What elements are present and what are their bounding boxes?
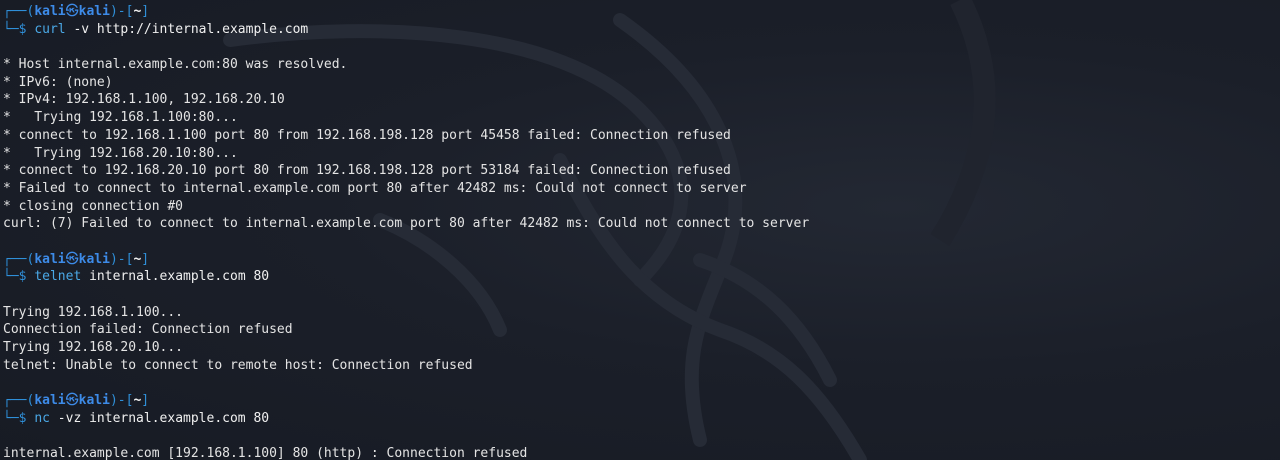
command-args: -vz internal.example.com 80 (49, 410, 270, 426)
prompt-host: kali (78, 251, 110, 267)
output-line: * Host internal.example.com:80 was resol… (3, 57, 348, 73)
output-line: * IPv4: 192.168.1.100, 192.168.20.10 (3, 92, 285, 108)
prompt-user: kali (34, 4, 66, 19)
prompt-header: ┌──(kali㉿kali)-[~] (3, 3, 1273, 21)
output-line: * closing connection #0 (3, 198, 184, 214)
output-line: Trying 192.168.20.10... (3, 340, 184, 356)
command-line: └─$ curl -v http://internal.example.com (3, 21, 1273, 39)
output-line: Trying 192.168.1.100... (3, 304, 184, 320)
command-name: curl (34, 21, 66, 37)
command-args: -v http://internal.example.com (65, 21, 309, 37)
output-line: * IPv6: (none) (3, 74, 113, 90)
output-line: * Trying 192.168.1.100:80... (3, 110, 238, 126)
output-line: * connect to 192.168.1.100 port 80 from … (3, 127, 731, 143)
prompt-frame-mid: )-[ (109, 393, 134, 409)
output-line: * Failed to connect to internal.example.… (3, 180, 747, 196)
prompt-frame-left: ┌──( (3, 4, 35, 19)
command-line: └─$ nc -vz internal.example.com 80 (3, 410, 1273, 428)
prompt-host: kali (78, 393, 110, 409)
terminal-output: ┌──(kali㉿kali)-[~] └─$ curl -v http://int… (3, 3, 1273, 460)
prompt-frame-right: ] (141, 4, 150, 19)
kali-separator-icon: ㉿ (65, 251, 79, 267)
kali-separator-icon: ㉿ (65, 393, 79, 409)
terminal-window[interactable]: ┌──(kali㉿kali)-[~] └─$ curl -v http://int… (0, 0, 1280, 460)
output-line: telnet: Unable to connect to remote host… (3, 357, 473, 373)
output-line: curl: (7) Failed to connect to internal.… (3, 216, 810, 232)
prompt-user: kali (34, 251, 66, 267)
output-line: * Trying 192.168.20.10:80... (3, 145, 238, 161)
kali-separator-icon: ㉿ (65, 4, 79, 19)
command-line: └─$ telnet internal.example.com 80 (3, 268, 1273, 286)
command-args: internal.example.com 80 (81, 269, 270, 285)
prompt-frame-mid: )-[ (109, 251, 134, 267)
prompt-user: kali (34, 393, 66, 409)
output-line: Connection failed: Connection refused (3, 322, 293, 338)
command-name: telnet (34, 269, 82, 285)
prompt-frame-bottom: └─ (3, 21, 19, 37)
command-name: nc (34, 410, 50, 426)
output-line: internal.example.com [192.168.1.100] 80 … (3, 446, 528, 460)
prompt-frame-right: ] (141, 393, 150, 409)
prompt-frame-mid: )-[ (109, 4, 134, 19)
output-line: * connect to 192.168.20.10 port 80 from … (3, 163, 731, 179)
prompt-host: kali (78, 4, 110, 19)
prompt-frame-right: ] (141, 251, 150, 267)
prompt-frame-bottom: └─ (3, 410, 19, 426)
prompt-frame-bottom: └─ (3, 269, 19, 285)
prompt-header: ┌──(kali㉿kali)-[~] (3, 392, 1273, 410)
prompt-header: ┌──(kali㉿kali)-[~] (3, 251, 1273, 269)
prompt-frame-left: ┌──( (3, 393, 35, 409)
prompt-frame-left: ┌──( (3, 251, 35, 267)
